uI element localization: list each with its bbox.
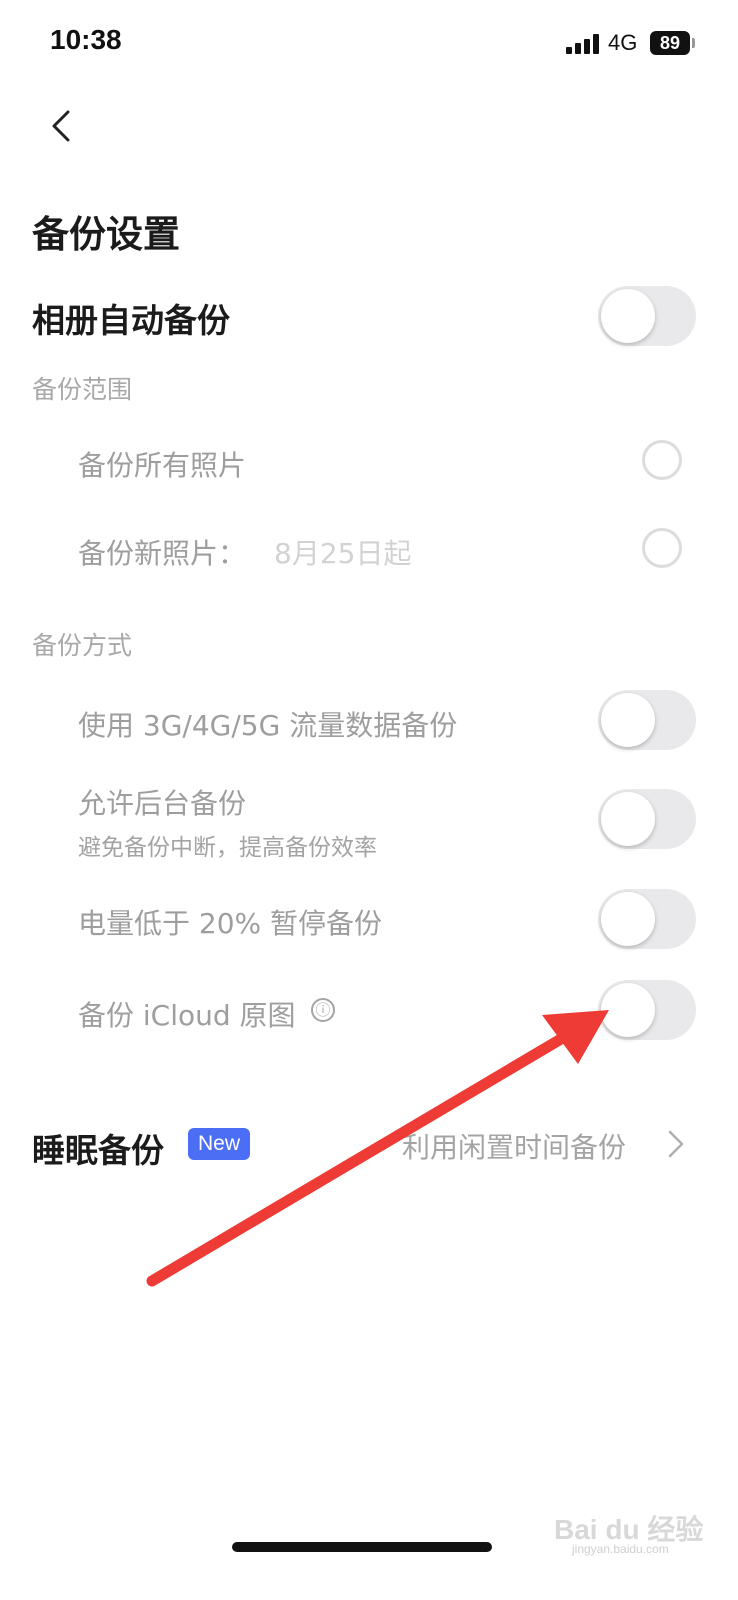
- chevron-right-icon: [664, 1128, 688, 1160]
- chevron-left-icon: [52, 110, 70, 142]
- sleep-backup-label: 睡眠备份: [32, 1131, 164, 1170]
- toggle-knob: [601, 983, 655, 1037]
- toggle-knob: [601, 289, 655, 343]
- network-type: 4G: [608, 30, 638, 55]
- battery-icon: 89: [650, 31, 690, 55]
- battery-tip: [692, 38, 695, 48]
- info-icon[interactable]: ⓘ: [311, 998, 335, 1022]
- mobile-data-backup-toggle[interactable]: [598, 690, 696, 750]
- icloud-original-label: 备份 iCloud 原图: [78, 999, 296, 1032]
- toggle-knob: [601, 792, 655, 846]
- signal-icon: [566, 34, 600, 54]
- home-indicator: [232, 1542, 492, 1552]
- backup-new-photos-label: 备份新照片：: [78, 537, 247, 570]
- backup-new-photos-date: 8月25日起: [274, 537, 412, 570]
- album-auto-backup-toggle[interactable]: [598, 286, 696, 346]
- page-title: 备份设置: [32, 213, 180, 256]
- mobile-data-backup-label: 使用 3G/4G/5G 流量数据备份: [78, 709, 458, 742]
- watermark-url: jingyan.baidu.com: [572, 1542, 669, 1556]
- backup-scope-section-label: 备份范围: [32, 375, 133, 404]
- toggle-knob: [601, 892, 655, 946]
- backup-new-photos-radio[interactable]: [642, 528, 682, 568]
- low-battery-pause-toggle[interactable]: [598, 889, 696, 949]
- toggle-knob: [601, 693, 655, 747]
- background-backup-toggle[interactable]: [598, 789, 696, 849]
- back-button[interactable]: [40, 104, 84, 148]
- backup-all-photos-label: 备份所有照片: [78, 449, 247, 482]
- status-time: 10:38: [50, 24, 122, 55]
- background-backup-sub: 避免备份中断，提高备份效率: [78, 835, 377, 861]
- backup-method-section-label: 备份方式: [32, 631, 133, 660]
- low-battery-pause-label: 电量低于 20% 暂停备份: [78, 907, 383, 940]
- background-backup-label: 允许后台备份: [78, 787, 247, 820]
- album-auto-backup-label: 相册自动备份: [32, 301, 230, 340]
- new-badge: New: [188, 1128, 250, 1160]
- sleep-backup-description: 利用闲置时间备份: [402, 1131, 627, 1164]
- icloud-original-toggle[interactable]: [598, 980, 696, 1040]
- backup-all-photos-radio[interactable]: [642, 440, 682, 480]
